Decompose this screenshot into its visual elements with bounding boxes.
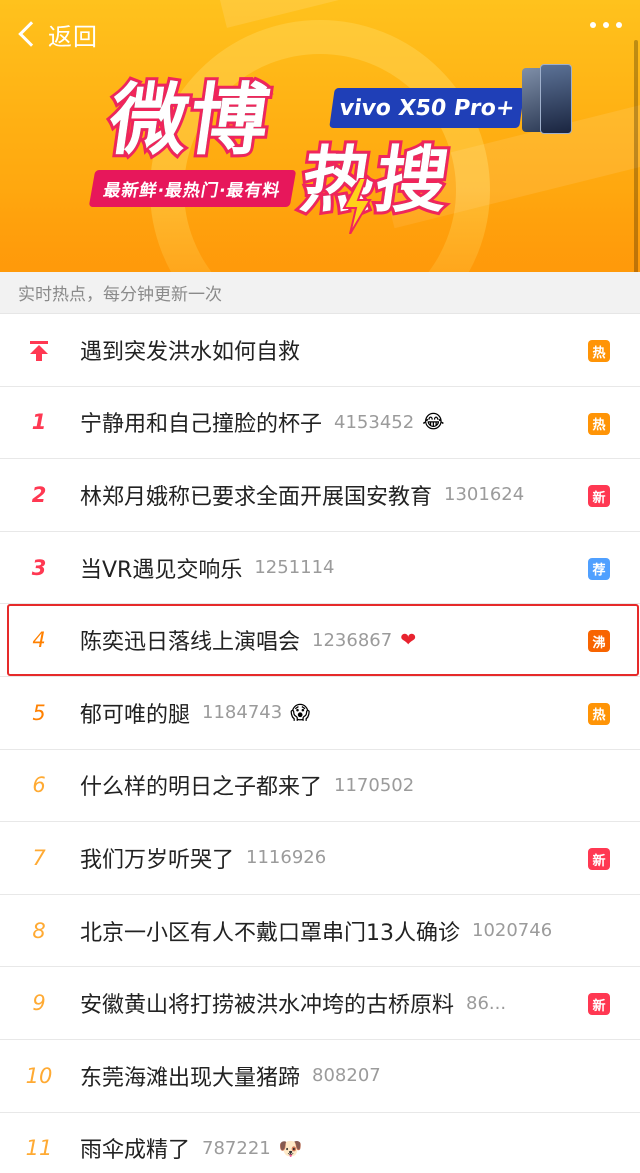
section-header: 实时热点，每分钟更新一次: [0, 272, 640, 314]
sponsor-tag: vivo X50 Pro+: [329, 88, 525, 128]
hot-search-banner: 返回 微博 最新鲜·最热门·最有料 热搜 vivo X50 Pro+: [0, 0, 640, 272]
list-item-content: 郁可唯的腿 1184743 😱: [80, 697, 580, 729]
topic-title: 什么样的明日之子都来了: [80, 775, 323, 801]
emoji-icon: ❤: [400, 629, 417, 652]
status-badge: 新: [588, 485, 610, 508]
list-item[interactable]: 9 安徽黄山将打捞被洪水冲垮的古桥原料 86... 新: [0, 967, 640, 1040]
scrollbar[interactable]: [634, 40, 638, 272]
search-count: 1170502: [334, 774, 415, 796]
list-item[interactable]: 2 林郑月娥称已要求全面开展国安教育 1301624 新: [0, 459, 640, 532]
rank-number: 5: [32, 700, 46, 725]
topic-title: 当VR遇见交响乐: [80, 557, 243, 583]
search-count: 787221: [202, 1137, 271, 1159]
topic-title: 安徽黄山将打捞被洪水冲垮的古桥原料: [80, 993, 455, 1019]
search-count: 1184743: [202, 702, 283, 724]
status-badge: 新: [588, 848, 610, 871]
rank-number: 7: [32, 845, 46, 870]
topic-title: 北京一小区有人不戴口罩串门13人确诊: [80, 920, 460, 946]
search-count: 1301624: [444, 484, 525, 506]
back-label: 返回: [48, 22, 98, 51]
status-badge: 荐: [588, 557, 610, 580]
hot-search-list: 遇到突发洪水如何自救热 1 宁静用和自己撞脸的杯子 4153452 😂 热 2 林郑月娥称已要…: [0, 314, 640, 1173]
emoji-icon: 😱: [290, 701, 310, 724]
rank-number: 10: [25, 1063, 53, 1088]
list-item-content: 宁静用和自己撞脸的杯子 4153452 😂: [80, 406, 580, 438]
section-header-label: 实时热点，每分钟更新一次: [18, 285, 222, 305]
more-dot-icon: [603, 22, 609, 28]
topic-title: 陈奕迅日落线上演唱会: [80, 630, 301, 656]
topic-title: 雨伞成精了: [80, 1138, 191, 1164]
emoji-icon: 🐶: [278, 1137, 303, 1160]
search-count: 4153452: [334, 411, 415, 433]
search-count: 1116926: [246, 847, 327, 869]
list-item[interactable]: 1 宁静用和自己撞脸的杯子 4153452 😂 热: [0, 387, 640, 460]
rank-number: 1: [31, 410, 47, 435]
chevron-left-icon: [18, 21, 44, 47]
search-count: 1251114: [254, 557, 335, 579]
list-item-content: 当VR遇见交响乐 1251114: [80, 552, 580, 584]
search-count: 1020746: [472, 920, 553, 942]
status-badge: 沸: [588, 630, 610, 653]
rank-number: 6: [32, 773, 46, 798]
topic-title: 东莞海滩出现大量猪蹄: [80, 1065, 301, 1091]
back-button[interactable]: 返回: [14, 14, 98, 54]
list-item-content: 安徽黄山将打捞被洪水冲垮的古桥原料 86...: [80, 987, 580, 1019]
rank-number: 9: [32, 991, 46, 1016]
list-item-content: 北京一小区有人不戴口罩串门13人确诊 1020746: [80, 915, 580, 947]
topic-title: 郁可唯的腿: [80, 702, 191, 728]
list-item-content: 我们万岁听哭了 1116926: [80, 842, 580, 874]
search-count: 1236867: [312, 629, 393, 651]
status-badge: 热: [588, 412, 610, 435]
list-item-content: 东莞海滩出现大量猪蹄 808207: [80, 1060, 580, 1092]
list-item-content: 什么样的明日之子都来了 1170502: [80, 769, 580, 801]
rank-number: 8: [32, 918, 46, 943]
banner-title-line2: 热搜: [293, 135, 459, 225]
status-badge: 新: [588, 993, 610, 1016]
topic-title: 林郑月娥称已要求全面开展国安教育: [80, 484, 433, 510]
more-options-button[interactable]: [590, 22, 622, 28]
list-item[interactable]: 3 当VR遇见交响乐 1251114 荐: [0, 532, 640, 605]
list-item[interactable]: 8 北京一小区有人不戴口罩串门13人确诊 1020746: [0, 895, 640, 968]
list-item[interactable]: 6 什么样的明日之子都来了 1170502: [0, 750, 640, 823]
list-item-content: 林郑月娥称已要求全面开展国安教育 1301624: [80, 479, 580, 511]
more-dot-icon: [590, 22, 596, 28]
search-count: 86...: [466, 992, 507, 1014]
phone-image: [522, 64, 574, 136]
rank-number: 2: [31, 482, 47, 507]
list-item[interactable]: 4 陈奕迅日落线上演唱会 1236867 ❤ 沸: [0, 604, 640, 677]
list-item-content: 遇到突发洪水如何自救: [80, 334, 580, 366]
status-badge: 热: [588, 340, 610, 362]
pin-to-top-icon: [30, 341, 48, 361]
rank-number: 11: [25, 1136, 53, 1161]
list-item[interactable]: 7 我们万岁听哭了 1116926 新: [0, 822, 640, 895]
search-count: 808207: [312, 1065, 381, 1087]
list-item[interactable]: 遇到突发洪水如何自救 热: [0, 314, 640, 387]
topic-title: 遇到突发洪水如何自救: [80, 339, 301, 365]
more-dot-icon: [616, 22, 622, 28]
list-item[interactable]: 10 东莞海滩出现大量猪蹄 808207: [0, 1040, 640, 1113]
rank-number: 3: [31, 555, 47, 580]
status-badge: 热: [588, 702, 610, 725]
banner-decor-ray: [210, 0, 640, 28]
lightning-bolt-icon: [342, 178, 372, 234]
list-item-content: 陈奕迅日落线上演唱会 1236867 ❤: [80, 624, 580, 656]
topic-title: 我们万岁听哭了: [80, 847, 235, 873]
rank-number: 4: [32, 628, 46, 653]
topic-title: 宁静用和自己撞脸的杯子: [80, 412, 323, 438]
banner-tagline: 最新鲜·最热门·最有料: [88, 170, 297, 207]
emoji-icon: 😂: [422, 411, 445, 434]
list-item[interactable]: 5 郁可唯的腿 1184743 😱 热: [0, 677, 640, 750]
list-item-content: 雨伞成精了 787221 🐶: [80, 1132, 580, 1164]
list-item[interactable]: 11 雨伞成精了 787221 🐶: [0, 1113, 640, 1173]
banner-title-line1: 微博: [101, 73, 280, 169]
